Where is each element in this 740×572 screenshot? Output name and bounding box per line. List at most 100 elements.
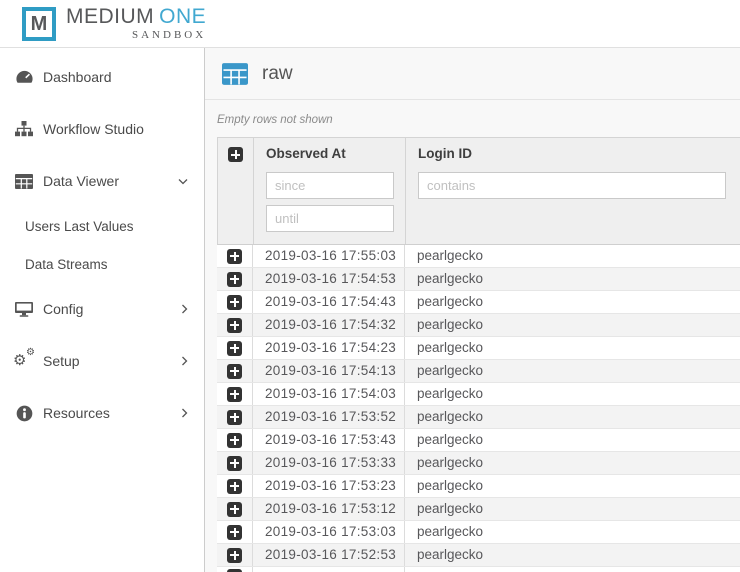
medium-one-logo-icon: M (22, 7, 56, 41)
expand-row-button[interactable] (227, 364, 242, 379)
top-header: M MEDIUMONE SANDBOX (0, 0, 740, 48)
chevron-right-icon (181, 408, 188, 418)
login-id-cell: pearlgecko (405, 406, 740, 428)
login-id-column-label: Login ID (418, 146, 740, 162)
sidebar-item-users-last-values[interactable]: Users Last Values (0, 207, 204, 245)
sidebar-item-label: Dashboard (43, 69, 112, 85)
table-row: 2019-03-16 17:54:13 pearlgecko (217, 360, 740, 383)
table-row: 2019-03-16 17:54:53 pearlgecko (217, 268, 740, 291)
brand-logo[interactable]: M MEDIUMONE SANDBOX (22, 6, 206, 41)
sidebar-item-data-streams[interactable]: Data Streams (0, 245, 204, 283)
observed-at-header-cell: Observed At (254, 138, 406, 244)
row-expander-cell (217, 337, 253, 359)
observed-at-cell: 2019-03-16 17:54:43 (253, 291, 405, 313)
sidebar-subitem-label: Users Last Values (25, 219, 134, 234)
sidebar-item-label: Workflow Studio (43, 121, 144, 137)
row-expander-cell (217, 544, 253, 566)
data-table: Observed At Login ID 2019-03-16 17:55:03… (217, 137, 740, 572)
expand-row-button[interactable] (227, 525, 242, 540)
since-filter-input[interactable] (266, 172, 394, 199)
contains-filter-input[interactable] (418, 172, 726, 199)
sidebar-item-config[interactable]: Config (0, 283, 204, 335)
expand-row-button[interactable] (227, 410, 242, 425)
expand-row-button[interactable] (227, 387, 242, 402)
login-id-header-cell: Login ID (406, 138, 740, 244)
table-row: 2019-03-16 17:54:43 pearlgecko (217, 291, 740, 314)
expand-row-button[interactable] (227, 318, 242, 333)
empty-rows-note: Empty rows not shown (217, 113, 740, 127)
login-id-cell: pearlgecko (405, 360, 740, 382)
chevron-right-icon (181, 304, 188, 314)
observed-at-cell: 2019-03-16 17:54:53 (253, 268, 405, 290)
login-id-cell: pearlgecko (405, 337, 740, 359)
table-row: 2019-03-16 17:52:53 pearlgecko (217, 544, 740, 567)
table-row: 2019-03-16 17:53:23 pearlgecko (217, 475, 740, 498)
login-id-cell: pearlgecko (405, 521, 740, 543)
sidebar-item-resources[interactable]: Resources (0, 387, 204, 439)
until-filter-input[interactable] (266, 205, 394, 232)
table-row: 2019-03-16 17:53:12 pearlgecko (217, 498, 740, 521)
stream-header: raw (205, 48, 740, 100)
table-row: 2019-03-16 17:54:23 pearlgecko (217, 337, 740, 360)
sidebar-item-workflow-studio[interactable]: Workflow Studio (0, 103, 204, 155)
expand-row-button[interactable] (227, 295, 242, 310)
sidebar-item-data-viewer[interactable]: Data Viewer (0, 155, 204, 207)
expand-row-button[interactable] (227, 341, 242, 356)
sidebar-subitem-label: Data Streams (25, 257, 108, 272)
login-id-cell: pearlgecko (405, 245, 740, 267)
table-body: 2019-03-16 17:55:03 pearlgecko 2019-03-1… (217, 245, 740, 567)
observed-at-cell: 2019-03-16 17:54:03 (253, 383, 405, 405)
expand-all-button[interactable] (228, 147, 243, 162)
login-id-cell: pearlgecko (405, 498, 740, 520)
login-id-cell: pearlgecko (405, 383, 740, 405)
expand-row-button[interactable] (227, 249, 242, 264)
table-row-partial (217, 567, 740, 572)
login-id-cell: pearlgecko (405, 429, 740, 451)
sidebar-item-label: Setup (43, 353, 80, 369)
table-row: 2019-03-16 17:53:33 pearlgecko (217, 452, 740, 475)
expand-row-button[interactable] (227, 456, 242, 471)
sidebar-item-setup[interactable]: ⚙⚙ Setup (0, 335, 204, 387)
table-icon (222, 63, 248, 85)
chevron-down-icon (178, 178, 188, 185)
row-expander-cell (217, 521, 253, 543)
observed-at-cell: 2019-03-16 17:53:33 (253, 452, 405, 474)
table-row: 2019-03-16 17:54:32 pearlgecko (217, 314, 740, 337)
expand-row-button[interactable] (227, 433, 242, 448)
page-title: raw (262, 63, 293, 85)
brand-name-primary: MEDIUM (66, 5, 154, 28)
row-expander-cell (217, 383, 253, 405)
info-icon (14, 404, 34, 422)
row-expander-cell (217, 475, 253, 497)
expand-row-button[interactable] (227, 479, 242, 494)
sidebar-item-label: Config (43, 301, 83, 317)
table-row: 2019-03-16 17:53:03 pearlgecko (217, 521, 740, 544)
observed-at-cell: 2019-03-16 17:53:12 (253, 498, 405, 520)
observed-at-cell: 2019-03-16 17:53:23 (253, 475, 405, 497)
observed-at-cell: 2019-03-16 17:52:53 (253, 544, 405, 566)
row-expander-cell (217, 429, 253, 451)
tachometer-icon (14, 68, 34, 86)
sidebar: Dashboard Workflow Studio (0, 48, 205, 572)
brand-subtitle: SANDBOX (66, 29, 206, 41)
row-expander-cell (217, 245, 253, 267)
observed-at-cell: 2019-03-16 17:54:23 (253, 337, 405, 359)
sidebar-item-dashboard[interactable]: Dashboard (0, 51, 204, 103)
gears-icon: ⚙⚙ (14, 352, 34, 370)
app-window: M MEDIUMONE SANDBOX Dashboard (0, 0, 740, 572)
table-row: 2019-03-16 17:55:03 pearlgecko (217, 245, 740, 268)
observed-at-cell: 2019-03-16 17:54:13 (253, 360, 405, 382)
table-row: 2019-03-16 17:53:43 pearlgecko (217, 429, 740, 452)
observed-at-cell: 2019-03-16 17:55:03 (253, 245, 405, 267)
chevron-right-icon (181, 356, 188, 366)
expand-row-button[interactable] (227, 548, 242, 563)
table-row: 2019-03-16 17:54:03 pearlgecko (217, 383, 740, 406)
expand-row-button[interactable] (227, 272, 242, 287)
row-expander-cell (217, 360, 253, 382)
row-expander-cell (217, 498, 253, 520)
expand-row-button[interactable] (227, 502, 242, 517)
login-id-cell: pearlgecko (405, 452, 740, 474)
sidebar-item-label: Data Viewer (43, 173, 119, 189)
observed-at-cell: 2019-03-16 17:54:32 (253, 314, 405, 336)
row-expander-cell (217, 452, 253, 474)
